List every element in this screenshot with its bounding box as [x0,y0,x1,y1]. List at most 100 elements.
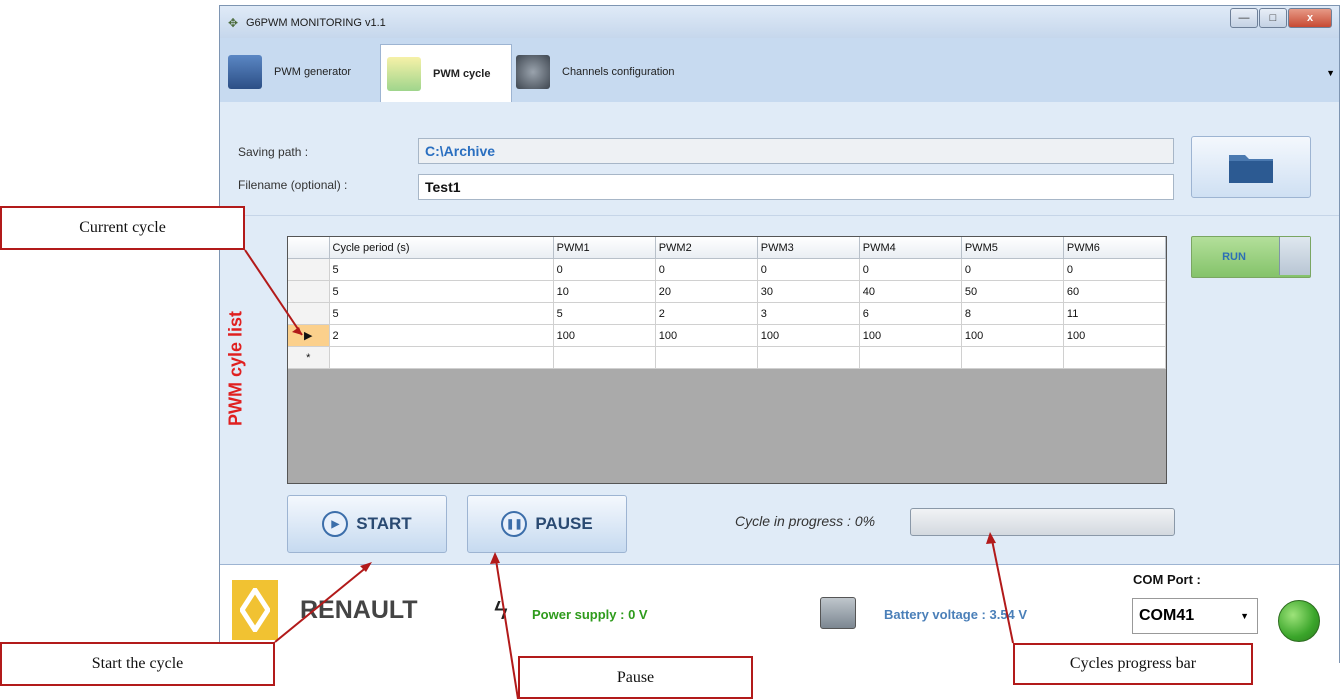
power-supply-status: Power supply : 0 V [532,607,648,622]
run-toggle[interactable]: RUN [1191,236,1311,278]
table-cell[interactable]: 3 [757,302,860,325]
column-header[interactable]: PWM5 [961,237,1064,259]
callout-pause: Pause [518,656,753,699]
table-cell[interactable]: 100 [655,324,758,347]
list-title-container: PWM cyle list [222,311,250,426]
battery-voltage-status: Battery voltage : 3.54 V [884,607,1028,622]
connection-status-led [1278,600,1320,642]
table-cell[interactable] [553,346,656,369]
title-bar: ✥ G6PWM MONITORING v1.1 — □ x [220,6,1339,38]
table-cell[interactable]: 5 [553,302,656,325]
maximize-button[interactable]: □ [1259,8,1287,28]
table-cell[interactable]: 100 [1063,324,1167,347]
callout-current-cycle: Current cycle [0,206,245,250]
gear-icon [516,55,550,89]
play-icon: ▶ [322,511,349,537]
table-cell[interactable]: 5 [329,302,554,325]
com-port-value: COM41 [1139,607,1195,624]
table-cell[interactable]: 100 [553,324,656,347]
current-row[interactable]: ▶ 2 100 100 100 100 100 100 [288,324,1167,347]
table-cell[interactable]: 5 [329,280,554,303]
table-cell[interactable]: 100 [961,324,1064,347]
column-header[interactable]: PWM1 [553,237,656,259]
column-header[interactable]: PWM3 [757,237,860,259]
app-icon: ✥ [228,16,239,30]
cycle-grid[interactable]: Cycle period (s) PWM1 PWM2 PWM3 PWM4 PWM… [287,236,1167,484]
callout-start: Start the cycle [0,642,275,686]
table-row[interactable]: 5 10 20 30 40 50 60 [288,280,1167,303]
new-row-marker[interactable]: * [288,346,330,369]
table-cell[interactable]: 0 [961,258,1064,281]
folder-icon [1229,155,1273,183]
table-cell[interactable]: 2 [655,302,758,325]
chevron-down-icon: ▼ [1240,611,1249,621]
brand-name: RENAULT [300,596,418,624]
table-cell[interactable]: 60 [1063,280,1167,303]
com-port-select[interactable]: COM41 ▼ [1132,598,1258,634]
start-label: START [356,514,412,533]
table-row[interactable]: 5 5 2 3 6 8 11 [288,302,1167,325]
filename-field[interactable]: Test1 [418,174,1174,200]
table-cell[interactable]: 40 [859,280,962,303]
tab-pwm-generator[interactable]: PWM generator [228,44,378,100]
table-cell[interactable] [961,346,1064,369]
cycle-progress-label: Cycle in progress : 0% [735,513,876,529]
power-icon: ϟ [494,595,508,625]
table-cell[interactable]: 100 [859,324,962,347]
run-label: RUN [1222,251,1246,263]
battery-icon [820,597,856,629]
table-cell[interactable] [655,346,758,369]
table-cell[interactable]: 20 [655,280,758,303]
table-cell[interactable]: 11 [1063,302,1167,325]
new-row[interactable]: * [288,346,1167,369]
grid-corner [288,237,330,259]
table-cell[interactable]: 50 [961,280,1064,303]
table-cell[interactable]: 30 [757,280,860,303]
table-cell[interactable]: 0 [1063,258,1167,281]
saving-path-field[interactable]: C:\Archive [418,138,1174,164]
minimize-button[interactable]: — [1230,8,1258,28]
close-button[interactable]: x [1288,8,1332,28]
tab-label: PWM generator [274,66,352,78]
pause-icon: ❚❚ [501,511,528,537]
table-cell[interactable]: 0 [655,258,758,281]
app-window: ✥ G6PWM MONITORING v1.1 — □ x PWM genera… [219,5,1340,665]
table-cell[interactable] [859,346,962,369]
table-cell[interactable]: 0 [757,258,860,281]
tab-label: PWM cycle [433,68,491,80]
renault-logo [232,580,278,640]
saving-path-label: Saving path : [238,145,309,159]
row-header[interactable] [288,258,330,281]
column-header[interactable]: PWM4 [859,237,962,259]
tab-bar: PWM generator PWM cycle Channels configu… [220,38,1339,103]
current-row-marker[interactable]: ▶ [288,324,330,347]
table-cell[interactable]: 8 [961,302,1064,325]
tab-pwm-cycle[interactable]: PWM cycle [380,44,512,103]
table-row[interactable]: 5000000 [288,258,1167,281]
pwm-generator-icon [228,55,262,89]
table-cell[interactable] [1063,346,1167,369]
column-header[interactable]: PWM2 [655,237,758,259]
table-cell[interactable]: 0 [859,258,962,281]
row-header[interactable] [288,302,330,325]
column-header[interactable]: PWM6 [1063,237,1167,259]
table-cell[interactable]: 0 [553,258,656,281]
browse-folder-button[interactable] [1191,136,1311,198]
table-cell[interactable] [329,346,554,369]
tab-channels-configuration[interactable]: Channels configuration [516,44,716,100]
table-cell[interactable]: 100 [757,324,860,347]
table-cell[interactable]: 10 [553,280,656,303]
table-cell[interactable] [757,346,860,369]
table-cell[interactable]: 5 [329,258,554,281]
table-cell[interactable]: 6 [859,302,962,325]
column-header[interactable]: Cycle period (s) [329,237,554,259]
pwm-cycle-list-title: PWM cyle list [225,310,246,427]
row-header[interactable] [288,280,330,303]
tab-label: Channels configuration [562,66,675,78]
pause-button[interactable]: ❚❚ PAUSE [467,495,627,553]
pause-label: PAUSE [535,514,593,533]
window-title: G6PWM MONITORING v1.1 [246,17,386,29]
table-cell[interactable]: 2 [329,324,554,347]
start-button[interactable]: ▶ START [287,495,447,553]
tab-overflow-icon[interactable]: ▼ [1326,68,1335,78]
